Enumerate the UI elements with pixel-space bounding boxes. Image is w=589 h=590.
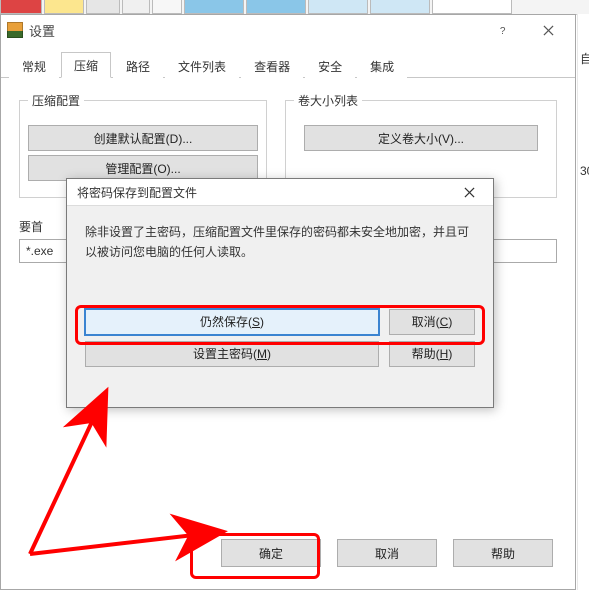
- background-top-strip: [0, 0, 589, 15]
- define-volume-size-button[interactable]: 定义卷大小(V)...: [304, 125, 538, 151]
- tab-integrate[interactable]: 集成: [357, 53, 407, 78]
- tab-compress[interactable]: 压缩: [61, 52, 111, 78]
- cancel-button[interactable]: 取消: [337, 539, 437, 567]
- set-master-password-button[interactable]: 设置主密码(M): [85, 341, 379, 367]
- ok-button[interactable]: 确定: [221, 539, 321, 567]
- dialog-close-icon[interactable]: [449, 180, 489, 204]
- volume-size-legend: 卷大小列表: [294, 92, 362, 109]
- help-button[interactable]: 帮助: [453, 539, 553, 567]
- still-save-button[interactable]: 仍然保存(S): [85, 309, 379, 335]
- tab-viewer[interactable]: 查看器: [241, 53, 303, 78]
- bg-char: 自: [580, 50, 589, 67]
- svg-text:?: ?: [500, 26, 506, 36]
- password-warning-dialog: 将密码保存到配置文件 除非设置了主密码，压缩配置文件里保存的密码都未安全地加密，…: [66, 178, 494, 408]
- create-default-profile-button[interactable]: 创建默认配置(D)...: [28, 125, 258, 151]
- close-icon[interactable]: [526, 16, 571, 44]
- background-right-sliver: 自 30: [577, 14, 589, 590]
- tab-security[interactable]: 安全: [305, 53, 355, 78]
- settings-titlebar: 设置 ?: [1, 15, 575, 45]
- tab-filelist[interactable]: 文件列表: [165, 53, 239, 78]
- modal-cancel-button[interactable]: 取消(C): [389, 309, 475, 335]
- tab-path[interactable]: 路径: [113, 53, 163, 78]
- help-button-icon[interactable]: ?: [481, 16, 526, 44]
- compress-profile-legend: 压缩配置: [28, 92, 84, 109]
- winrar-icon: [7, 22, 23, 38]
- dialog-title: 将密码保存到配置文件: [77, 184, 197, 201]
- settings-title: 设置: [29, 21, 55, 40]
- modal-help-button[interactable]: 帮助(H): [389, 341, 475, 367]
- tab-general[interactable]: 常规: [9, 53, 59, 78]
- settings-actionbar: 确定 取消 帮助: [1, 525, 575, 589]
- bg-number: 30: [580, 164, 589, 178]
- tabstrip: 常规 压缩 路径 文件列表 查看器 安全 集成: [1, 49, 575, 78]
- dialog-titlebar: 将密码保存到配置文件: [67, 179, 493, 206]
- dialog-message: 除非设置了主密码，压缩配置文件里保存的密码都未安全地加密，并且可以被访问您电脑的…: [85, 222, 475, 263]
